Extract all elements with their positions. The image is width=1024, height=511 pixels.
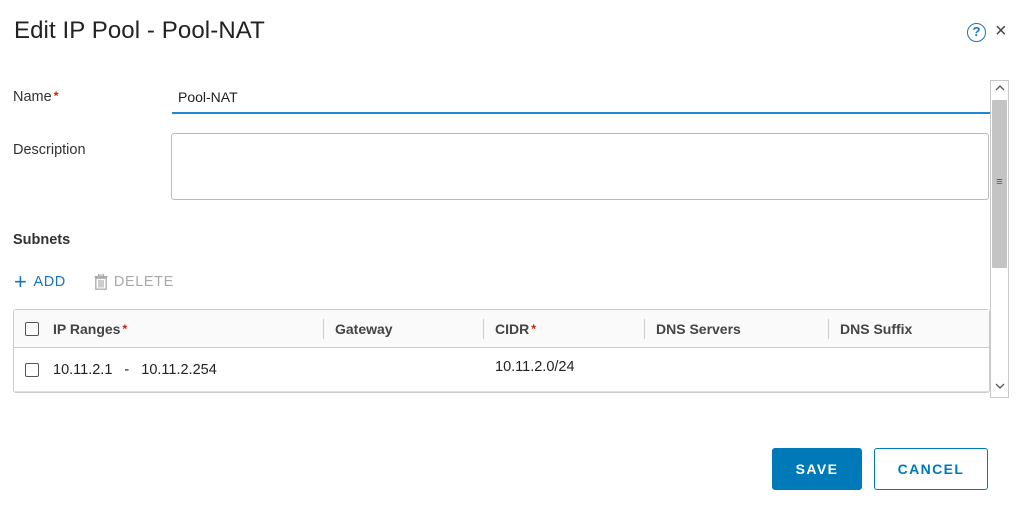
scrollbar-grip-icon: ≡ bbox=[996, 176, 1003, 188]
table-row[interactable]: 10.11.2.1 - 10.11.2.254 10.11.2.0/24 bbox=[14, 348, 989, 392]
scroll-down-arrow-icon[interactable] bbox=[991, 379, 1008, 397]
scrollbar-thumb[interactable]: ≡ bbox=[992, 100, 1007, 268]
required-marker: * bbox=[122, 321, 128, 336]
column-divider bbox=[323, 319, 324, 339]
ip-range-end: 10.11.2.254 bbox=[141, 361, 217, 378]
help-icon[interactable]: ? bbox=[967, 23, 986, 42]
column-divider bbox=[828, 319, 829, 339]
dialog-title: Edit IP Pool - Pool-NAT bbox=[14, 17, 265, 44]
delete-label: DELETE bbox=[113, 274, 174, 290]
required-marker: * bbox=[531, 321, 536, 336]
column-header-cidr: CIDR * bbox=[495, 310, 536, 347]
subnets-grid: IP Ranges * Gateway CIDR * DNS Servers DNS… bbox=[13, 309, 990, 393]
close-icon[interactable]: × bbox=[995, 20, 1007, 42]
description-label: Description bbox=[13, 142, 86, 158]
required-marker: * bbox=[53, 89, 59, 103]
add-label: ADD bbox=[33, 274, 66, 290]
column-divider bbox=[483, 319, 484, 339]
name-label-text: Name bbox=[13, 89, 52, 105]
dialog-body: Name* Description Subnets + ADD bbox=[0, 80, 990, 398]
column-label: CIDR bbox=[495, 320, 530, 337]
add-subnet-button[interactable]: + ADD bbox=[14, 269, 66, 294]
subnets-heading: Subnets bbox=[13, 232, 71, 248]
column-label: Gateway bbox=[335, 320, 393, 337]
column-header-ip-ranges: IP Ranges * bbox=[25, 310, 127, 347]
row-checkbox[interactable] bbox=[25, 362, 39, 377]
column-divider bbox=[644, 319, 645, 339]
column-label: DNS Suffix bbox=[840, 320, 913, 337]
vertical-scrollbar[interactable]: ≡ bbox=[990, 80, 1009, 398]
name-label: Name * bbox=[13, 89, 58, 105]
name-input[interactable] bbox=[172, 82, 990, 114]
trash-icon bbox=[94, 273, 108, 290]
subnets-toolbar: + ADD DELETE bbox=[14, 269, 174, 294]
ip-range-cell: 10.11.2.1 - 10.11.2.254 bbox=[25, 348, 217, 391]
ip-range-start: 10.11.2.1 bbox=[53, 361, 113, 378]
cancel-button[interactable]: CANCEL bbox=[874, 448, 988, 490]
column-label: DNS Servers bbox=[656, 320, 741, 337]
save-button[interactable]: SAVE bbox=[772, 448, 862, 490]
column-header-dns-suffix: DNS Suffix bbox=[840, 310, 912, 347]
description-input[interactable] bbox=[171, 133, 989, 200]
scroll-up-arrow-icon[interactable] bbox=[991, 81, 1008, 99]
delete-subnet-button[interactable]: DELETE bbox=[94, 273, 174, 290]
select-all-checkbox[interactable] bbox=[25, 321, 39, 336]
plus-icon: + bbox=[14, 269, 28, 294]
column-label: IP Ranges bbox=[53, 320, 121, 337]
range-separator: - bbox=[124, 361, 130, 378]
column-header-gateway: Gateway bbox=[335, 310, 393, 347]
column-header-dns-servers: DNS Servers bbox=[656, 310, 741, 347]
cidr-cell: 10.11.2.0/24 bbox=[495, 359, 575, 375]
grid-header: IP Ranges * Gateway CIDR * DNS Servers DNS… bbox=[14, 310, 989, 348]
